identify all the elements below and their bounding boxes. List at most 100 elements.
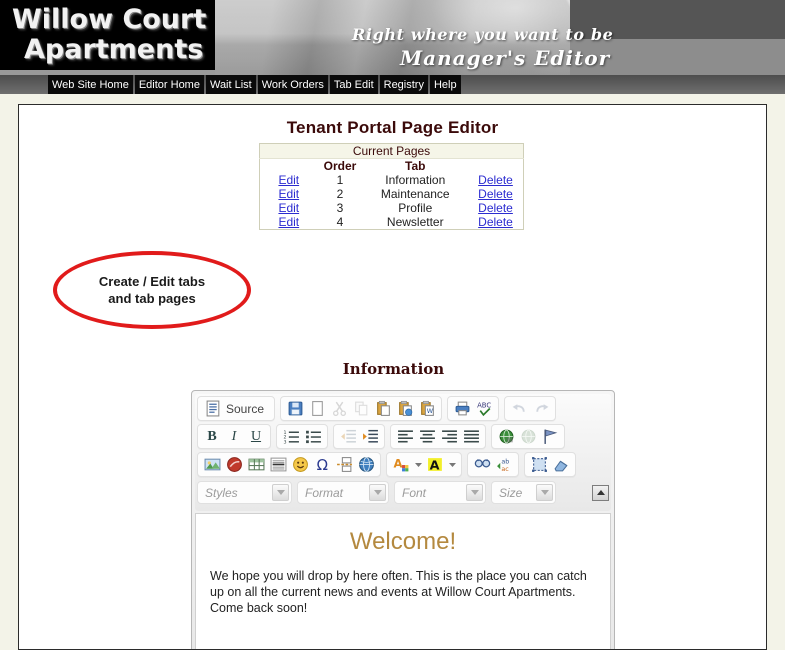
table-row: Edit 1 Information Delete — [260, 173, 524, 187]
row-tab-3: Profile — [398, 201, 433, 215]
banner-tagline: Right where you want to be — [352, 25, 614, 44]
toolbar-group-undo — [504, 396, 557, 421]
annotation-callout: Create / Edit tabs and tab pages — [53, 251, 251, 329]
collapse-toolbar-button[interactable] — [592, 484, 609, 501]
toolbar-group-print: ABC — [447, 396, 500, 421]
paste-word-icon[interactable]: W — [416, 398, 438, 419]
nav-tab-edit[interactable]: Tab Edit — [329, 75, 378, 94]
save-icon[interactable] — [284, 398, 306, 419]
toolbar-group-clipboard: W — [280, 396, 443, 421]
align-center-icon[interactable] — [416, 426, 438, 447]
background-color-icon[interactable]: A — [424, 454, 446, 475]
delete-link-1[interactable]: Delete — [478, 173, 513, 187]
replace-icon[interactable]: ab ac — [493, 454, 515, 475]
edit-link-3[interactable]: Edit — [278, 201, 299, 215]
chevron-down-icon — [466, 484, 483, 501]
italic-icon[interactable]: I — [223, 426, 245, 447]
horizontal-rule-icon[interactable] — [267, 454, 289, 475]
editor-toolbar: Source W ABC B I U 1 2 3 Ω A A ab ac Sty… — [195, 394, 611, 511]
delete-link-4[interactable]: Delete — [478, 215, 513, 229]
content-paragraph: We hope you will drop by here often. Thi… — [210, 569, 587, 615]
underline-icon[interactable]: U — [245, 426, 267, 447]
rich-text-editor: Source W ABC B I U 1 2 3 Ω A A ab ac Sty… — [191, 390, 615, 649]
link-icon[interactable] — [495, 426, 517, 447]
redo-icon[interactable] — [530, 398, 552, 419]
align-right-icon[interactable] — [438, 426, 460, 447]
paste-text-icon[interactable] — [394, 398, 416, 419]
toolbar-group-colors: A A — [386, 452, 462, 477]
smiley-icon[interactable] — [289, 454, 311, 475]
new-page-icon[interactable] — [306, 398, 328, 419]
paste-icon[interactable] — [372, 398, 394, 419]
annotation-line-1: Create / Edit tabs — [98, 274, 206, 289]
nav-registry[interactable]: Registry — [379, 75, 428, 94]
source-button[interactable]: Source — [201, 398, 271, 419]
annotation-text: Create / Edit tabs and tab pages — [53, 251, 251, 329]
logo-line-1: Willow Court — [12, 4, 207, 35]
nav-web-site-home[interactable]: Web Site Home — [48, 75, 133, 94]
unlink-icon[interactable] — [517, 426, 539, 447]
cut-icon[interactable] — [328, 398, 350, 419]
increase-indent-icon[interactable] — [359, 426, 381, 447]
anchor-icon[interactable] — [539, 426, 561, 447]
styles-dropdown[interactable]: Styles — [197, 481, 292, 504]
background-color-arrow-icon[interactable] — [446, 454, 458, 475]
toolbar-group-align — [390, 424, 486, 449]
styles-dropdown-label: Styles — [205, 485, 238, 500]
editor-content-area[interactable]: Welcome! We hope you will drop by here o… — [195, 513, 611, 649]
table-icon[interactable] — [245, 454, 267, 475]
row-tab-4: Newsletter — [386, 215, 444, 229]
find-icon[interactable] — [471, 454, 493, 475]
nav-work-orders[interactable]: Work Orders — [257, 75, 328, 94]
text-color-arrow-icon[interactable] — [412, 454, 424, 475]
toolbar-group-links — [491, 424, 565, 449]
align-left-icon[interactable] — [394, 426, 416, 447]
justify-icon[interactable] — [460, 426, 482, 447]
remove-format-icon[interactable] — [550, 454, 572, 475]
format-dropdown[interactable]: Format — [297, 481, 389, 504]
row-order-1: 1 — [336, 173, 344, 187]
select-all-icon[interactable] — [528, 454, 550, 475]
edit-link-2[interactable]: Edit — [278, 187, 299, 201]
source-icon — [205, 400, 222, 417]
page-title: Tenant Portal Page Editor — [286, 118, 499, 137]
flash-icon[interactable] — [223, 454, 245, 475]
size-dropdown[interactable]: Size — [491, 481, 556, 504]
text-color-icon[interactable]: A — [390, 454, 412, 475]
toolbar-group-indent — [333, 424, 385, 449]
nav-editor-home[interactable]: Editor Home — [134, 75, 204, 94]
header-order: Order — [323, 159, 357, 173]
delete-link-3[interactable]: Delete — [478, 201, 513, 215]
nav-help[interactable]: Help — [429, 75, 461, 94]
decrease-indent-icon[interactable] — [337, 426, 359, 447]
toolbar-row-3: Ω A A ab ac — [197, 452, 609, 477]
svg-text:Ω: Ω — [316, 456, 327, 473]
image-icon[interactable] — [201, 454, 223, 475]
bold-icon[interactable]: B — [201, 426, 223, 447]
iframe-icon[interactable] — [355, 454, 377, 475]
edit-link-1[interactable]: Edit — [278, 173, 299, 187]
print-icon[interactable] — [451, 398, 473, 419]
numbered-list-icon[interactable]: 123 — [280, 426, 302, 447]
font-dropdown-label: Font — [402, 485, 427, 500]
nav-wait-list[interactable]: Wait List — [205, 75, 256, 94]
site-logo: Willow Court Apartments — [0, 0, 215, 70]
table-row: Edit 3 Profile Delete — [260, 201, 524, 215]
special-char-icon[interactable]: Ω — [311, 454, 333, 475]
site-banner: Willow Court Apartments Right where you … — [0, 0, 785, 75]
font-dropdown[interactable]: Font — [394, 481, 486, 504]
page-break-icon[interactable] — [333, 454, 355, 475]
header-tab: Tab — [405, 159, 426, 173]
spellcheck-icon[interactable]: ABC — [473, 398, 495, 419]
page-background: Tenant Portal Page Editor Create / Edit … — [0, 94, 785, 650]
edit-link-4[interactable]: Edit — [278, 215, 299, 229]
source-label: Source — [226, 401, 265, 416]
row-tab-2: Maintenance — [380, 187, 450, 201]
delete-link-2[interactable]: Delete — [478, 187, 513, 201]
toolbar-group-lists: 123 — [276, 424, 328, 449]
toolbar-group-selection — [524, 452, 576, 477]
copy-icon[interactable] — [350, 398, 372, 419]
bulleted-list-icon[interactable] — [302, 426, 324, 447]
undo-icon[interactable] — [508, 398, 530, 419]
chevron-down-icon — [272, 484, 289, 501]
